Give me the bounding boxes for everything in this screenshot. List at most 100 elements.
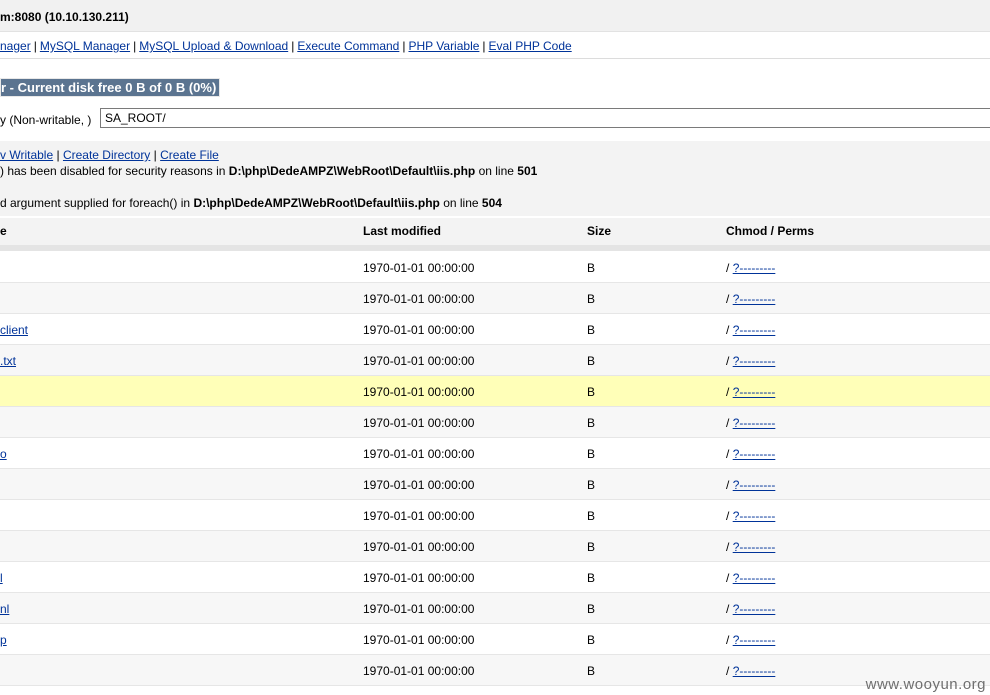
section-title: r - Current disk free 0 B of 0 B (0%): [0, 78, 221, 97]
table-row: p 1970-01-01 00:00:00 B / ?---------: [0, 624, 990, 655]
warning-on-line: on line: [475, 164, 518, 178]
perm-prefix: /: [726, 509, 730, 523]
perm-link[interactable]: ?---------: [733, 323, 776, 337]
file-perms: / ?---------: [726, 261, 775, 275]
header-name[interactable]: e: [0, 224, 7, 238]
menu-items: nager | MySQL Manager | MySQL Upload & Downl…: [0, 39, 572, 53]
table-row: o 1970-01-01 00:00:00 B / ?---------: [0, 438, 990, 469]
file-name-link[interactable]: .txt: [0, 354, 16, 368]
file-name-link[interactable]: l: [0, 571, 3, 585]
menu-mysql-upload-download[interactable]: MySQL Upload & Download: [139, 39, 288, 53]
perm-link[interactable]: ?---------: [733, 447, 776, 461]
file-size: B: [587, 261, 596, 275]
file-name-link[interactable]: client: [0, 323, 28, 337]
file-modified: 1970-01-01 00:00:00: [363, 292, 475, 306]
table-row: 1970-01-01 00:00:00 B / ?---------: [0, 252, 990, 283]
table-row: 1970-01-01 00:00:00 B / ?---------: [0, 469, 990, 500]
main-menu: nager | MySQL Manager | MySQL Upload & Downl…: [0, 32, 990, 59]
perm-link[interactable]: ?---------: [733, 633, 776, 647]
menu-execute-command[interactable]: Execute Command: [297, 39, 399, 53]
table-row: 1970-01-01 00:00:00 B / ?---------: [0, 531, 990, 562]
file-size: B: [587, 540, 596, 554]
perm-link[interactable]: ?---------: [733, 540, 776, 554]
table-row: 1970-01-01 00:00:00 B / ?---------: [0, 655, 990, 686]
warning-line-number: 501: [517, 164, 538, 178]
menu-eval-php-code[interactable]: Eval PHP Code: [489, 39, 572, 53]
warning-path: D:\php\DedeAMPZ\WebRoot\Default\iis.php: [193, 196, 440, 210]
file-modified: 1970-01-01 00:00:00: [363, 509, 475, 523]
table-row: 1970-01-01 00:00:00 B / ?---------: [0, 500, 990, 531]
perm-link[interactable]: ?---------: [733, 354, 776, 368]
directory-input[interactable]: [100, 108, 990, 128]
file-size: B: [587, 664, 596, 678]
menu-php-variable[interactable]: PHP Variable: [408, 39, 479, 53]
file-perms: / ?---------: [726, 478, 775, 492]
file-modified: 1970-01-01 00:00:00: [363, 478, 475, 492]
perm-link[interactable]: ?---------: [733, 509, 776, 523]
perm-link[interactable]: ?---------: [733, 602, 776, 616]
file-modified: 1970-01-01 00:00:00: [363, 447, 475, 461]
perm-link[interactable]: ?---------: [733, 416, 776, 430]
file-size: B: [587, 323, 596, 337]
file-name-link[interactable]: nl: [0, 602, 9, 616]
file-perms: / ?---------: [726, 447, 775, 461]
header-chmod-perms[interactable]: Chmod / Perms: [726, 224, 814, 238]
file-modified: 1970-01-01 00:00:00: [363, 261, 475, 275]
file-perms: / ?---------: [726, 509, 775, 523]
file-modified: 1970-01-01 00:00:00: [363, 416, 475, 430]
actions-panel: v Writable | Create Directory | Create F…: [0, 141, 990, 216]
perm-link[interactable]: ?---------: [733, 571, 776, 585]
file-name-link[interactable]: p: [0, 633, 7, 647]
file-perms: / ?---------: [726, 540, 775, 554]
warning-text: d argument supplied for foreach() in: [0, 196, 194, 210]
perm-prefix: /: [726, 447, 730, 461]
action-separator: |: [153, 148, 157, 162]
warning-line-number: 504: [481, 196, 502, 210]
create-file-link[interactable]: Create File: [160, 148, 219, 162]
file-size: B: [587, 633, 596, 647]
view-writable-link[interactable]: v Writable: [0, 148, 53, 162]
perm-link[interactable]: ?---------: [733, 261, 776, 275]
perm-link[interactable]: ?---------: [733, 664, 776, 678]
warning-text: ) has been disabled for security reasons…: [0, 164, 229, 178]
file-table: 1970-01-01 00:00:00 B / ?--------- 1970-01…: [0, 252, 990, 686]
file-perms: / ?---------: [726, 633, 775, 647]
warning-on-line: on line: [439, 196, 482, 210]
watermark: www.wooyun.org: [865, 676, 986, 693]
perm-prefix: /: [726, 602, 730, 616]
file-modified: 1970-01-01 00:00:00: [363, 633, 475, 647]
menu-mysql-manager[interactable]: MySQL Manager: [40, 39, 130, 53]
perm-link[interactable]: ?---------: [733, 385, 776, 399]
file-modified: 1970-01-01 00:00:00: [363, 664, 475, 678]
perm-prefix: /: [726, 633, 730, 647]
perm-prefix: /: [726, 354, 730, 368]
page-title: m:8080 (10.10.130.211): [0, 10, 129, 24]
perm-link[interactable]: ?---------: [733, 478, 776, 492]
menu-file-manager[interactable]: nager: [0, 39, 31, 53]
header-last-modified[interactable]: Last modified: [363, 224, 441, 238]
perm-link[interactable]: ?---------: [733, 292, 776, 306]
warning-message-1: ) has been disabled for security reasons…: [0, 164, 537, 178]
file-name-link[interactable]: o: [0, 447, 7, 461]
perm-prefix: /: [726, 478, 730, 492]
menu-separator: |: [33, 39, 37, 53]
perm-prefix: /: [726, 416, 730, 430]
action-separator: |: [56, 148, 60, 162]
perm-prefix: /: [726, 664, 730, 678]
file-size: B: [587, 416, 596, 430]
file-perms: / ?---------: [726, 292, 775, 306]
file-perms: / ?---------: [726, 323, 775, 337]
perm-prefix: /: [726, 571, 730, 585]
file-size: B: [587, 354, 596, 368]
file-size: B: [587, 571, 596, 585]
file-size: B: [587, 292, 596, 306]
create-directory-link[interactable]: Create Directory: [63, 148, 150, 162]
perm-prefix: /: [726, 540, 730, 554]
directory-row: y (Non-writable, ): [0, 108, 990, 130]
header-size[interactable]: Size: [587, 224, 611, 238]
directory-label: y (Non-writable, ): [0, 113, 92, 127]
file-perms: / ?---------: [726, 664, 775, 678]
table-row: 1970-01-01 00:00:00 B / ?---------: [0, 407, 990, 438]
table-row[interactable]: 1970-01-01 00:00:00 B / ?---------: [0, 376, 990, 407]
file-modified: 1970-01-01 00:00:00: [363, 602, 475, 616]
